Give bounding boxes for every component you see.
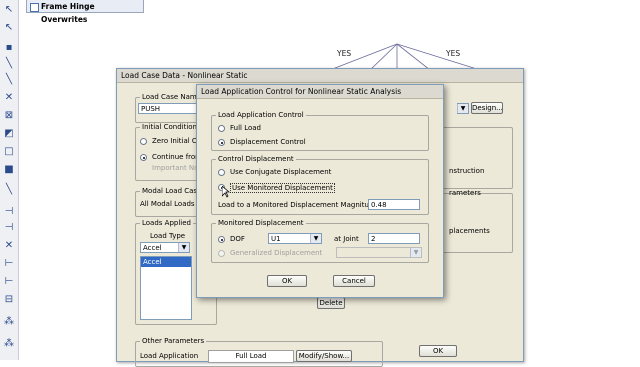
control-displacement-title: Control Displacement [216,155,296,163]
at-joint-label: at Joint [334,235,359,243]
snap-grid-icon[interactable]: ⁂ [3,338,15,350]
dof-radio[interactable] [218,236,225,243]
initial-conditions-title: Initial Conditions [140,123,203,131]
placements-label: placements [449,227,490,235]
pointer-icon[interactable]: ↖ [3,4,15,16]
chevron-down-icon: ▼ [310,234,321,243]
continue-from-radio[interactable] [140,154,147,161]
continue-from-label: Continue from [152,153,202,161]
point-icon[interactable]: ▪ [3,42,15,54]
monitored-displacement-title: Monitored Displacement [216,219,306,227]
displacement-control-label: Displacement Control [230,138,306,146]
cursor-icon [222,186,230,198]
delete-button[interactable]: Delete [317,297,345,309]
chevron-down-icon: ▼ [410,248,421,257]
load-application-dialog: Load Application Control for Nonlinear S… [196,84,444,298]
brace-icon[interactable]: ✕ [3,92,15,104]
zero-initial-label: Zero Initial Co [152,137,202,145]
dof-label: DOF [230,235,245,243]
area-icon[interactable]: ◩ [3,128,15,140]
generalized-select[interactable]: ▼ [336,247,422,258]
load-type-header: Load Type [150,232,186,240]
loads-list[interactable]: Accel [140,256,192,320]
line-draw-icon[interactable]: ╲ [3,58,15,70]
use-conjugate-label: Use Conjugate Displacement [230,168,332,176]
monitored-displacement-group: Monitored Displacement DOF U1 ▼ at Joint… [211,219,429,263]
window-tab-title: Frame Hinge Overwrites [41,2,95,24]
design-button[interactable]: Design... [471,102,503,114]
control-displacement-group: Control Displacement Use Conjugate Displ… [211,155,429,215]
load-application-control-group: Load Application Control Full Load Displ… [211,111,429,151]
dof-value: U1 [271,235,281,243]
split-icon[interactable]: ⊣ [3,222,15,234]
load-case-name-title: Load Case Name [140,93,204,101]
full-load-label: Full Load [230,124,261,132]
use-conjugate-radio[interactable] [218,169,225,176]
load-to-monitored-label: Load to a Monitored Displacement Magnitu… [218,201,387,209]
frame-icon[interactable]: ⊠ [3,110,15,122]
x-brace-icon[interactable]: ✕ [3,240,15,252]
dialog-titlebar: Load Application Control for Nonlinear S… [197,85,443,99]
modify-show-button[interactable]: Modify/Show... [296,350,352,362]
name-dropdown[interactable]: ▼ [457,103,469,114]
modal-load-case-title: Modal Load Case [140,187,204,195]
load-application-control-title: Load Application Control [216,111,306,119]
monitored-magnitude-input[interactable]: 0.48 [368,199,420,210]
list-item[interactable]: Accel [141,257,191,267]
chevron-down-icon: ▼ [178,243,189,252]
pointer-select-icon[interactable]: ↖ [3,22,15,34]
at-joint-input[interactable]: 2 [368,233,420,244]
restraint-icon[interactable]: ⊟ [3,294,15,306]
other-parameters-title: Other Parameters [140,337,207,345]
parameters-label: rameters [449,189,481,197]
ok-button[interactable]: OK [267,275,307,287]
load-type-select[interactable]: Accel ▼ [140,242,190,253]
modal-all-label: All Modal Loads A [140,200,202,208]
section-cut-icon[interactable]: ⊣ [3,206,15,218]
generalized-radio[interactable] [218,250,225,257]
load-application-value: Full Load [208,350,294,363]
displacement-control-radio[interactable] [218,139,225,146]
use-monitored-label: Use Monitored Displacement [230,183,335,193]
fill-icon[interactable]: ■ [3,164,15,176]
window-icon [30,3,39,12]
full-load-radio[interactable] [218,125,225,132]
dof-select[interactable]: U1 ▼ [268,233,322,244]
cancel-button[interactable]: Cancel [333,275,375,287]
chevron-down-icon: ▼ [457,104,468,113]
window-tab[interactable]: Frame Hinge Overwrites [26,0,144,24]
other-parameters-group: Other Parameters Load Application Full L… [135,337,383,367]
yes-label-right: YES [446,49,461,58]
loads-applied-title: Loads Applied [140,219,193,227]
load-application-label: Load Application [140,352,199,360]
construction-label: nstruction [449,167,485,175]
load-type-value: Accel [143,244,162,252]
structure-drawing [329,43,481,70]
spring-icon[interactable]: ⊢ [3,276,15,288]
rectangle-icon[interactable]: □ [3,146,15,158]
snap-icon[interactable]: ⁂ [3,316,15,328]
line-icon[interactable]: ╲ [3,184,15,196]
load-case-titlebar: Load Case Data - Nonlinear Static [117,69,523,83]
ok-button[interactable]: OK [419,345,457,357]
link-icon[interactable]: ⊢ [3,258,15,270]
line-draw-icon-2[interactable]: ╲ [3,74,15,86]
left-toolbar: ↖ ↖ ▪ ╲ ╲ ✕ ⊠ ◩ □ ■ ╲ ⊣ ⊣ ✕ ⊢ ⊢ ⊟ ⁂ ⁂ [0,0,19,360]
zero-initial-radio[interactable] [140,138,147,145]
generalized-label: Generalized Displacement [230,249,323,257]
yes-label-left: YES [337,49,352,58]
